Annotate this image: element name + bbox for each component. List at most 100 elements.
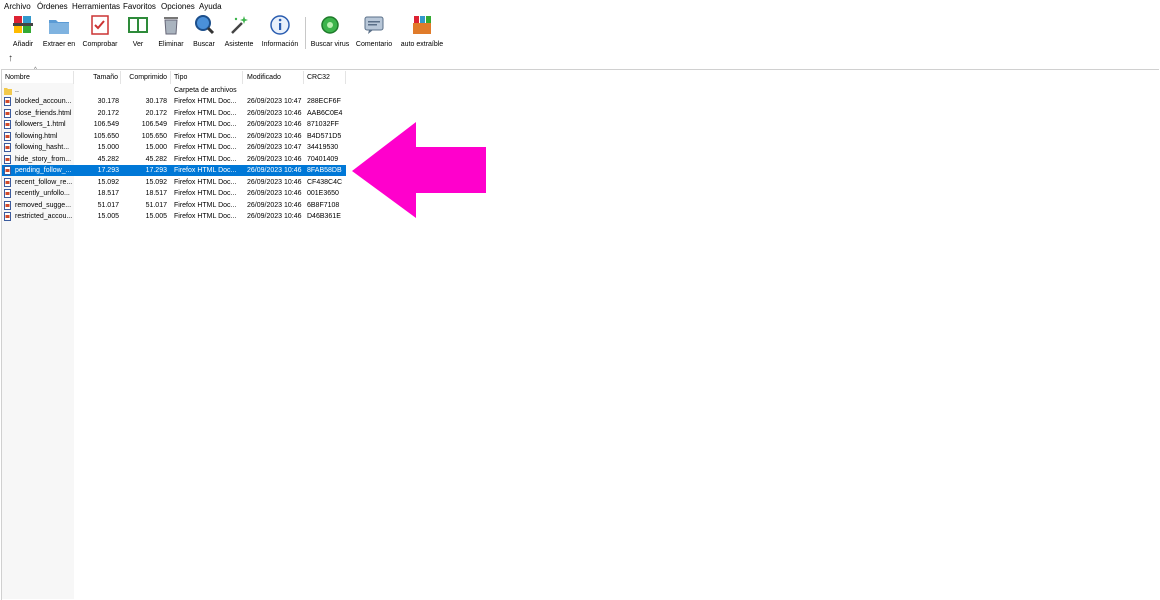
add-archive-icon	[11, 14, 35, 36]
html-file-icon	[4, 200, 11, 210]
column-divider[interactable]	[242, 71, 243, 84]
file-row[interactable]: close_friends.html 20.172 20.172 Firefox HT…	[2, 108, 346, 119]
column-header-type[interactable]: Tipo	[174, 72, 187, 83]
toolbar-separator	[305, 17, 306, 49]
file-crc: 871032FF	[307, 121, 339, 128]
extract-to-button[interactable]: Extraer en	[42, 14, 76, 50]
view-button-label: Ver	[132, 41, 144, 48]
test-button[interactable]: Comprobar	[80, 14, 120, 50]
file-size: 45.282	[97, 155, 119, 163]
file-packed-size: 18.517	[145, 190, 167, 197]
up-arrow-icon[interactable]: ↑	[8, 52, 18, 66]
html-file-icon	[4, 108, 11, 118]
column-divider[interactable]	[345, 71, 346, 84]
html-file-icon	[4, 189, 11, 198]
test-checklist-icon	[88, 14, 112, 36]
file-type: Firefox HTML Doc...	[174, 98, 237, 105]
file-crc: 6B8F7108	[307, 201, 340, 209]
file-row[interactable]: following_hasht... 15.000 15.000 Firefox HT…	[2, 142, 346, 153]
comment-button[interactable]: Comentario	[354, 14, 394, 50]
html-file-icon	[4, 97, 11, 106]
column-header-modified[interactable]: Modificado	[247, 72, 281, 83]
file-name: recent_follow_re...	[15, 178, 73, 186]
file-row[interactable]: restricted_accou... 15.005 15.005 Firefox H…	[2, 211, 346, 222]
file-type: Firefox HTML Doc...	[174, 132, 237, 140]
menu-ordenes[interactable]: Órdenes	[37, 2, 68, 12]
toolbar: Añadir Extraer en Comprobar Ver Eliminar…	[0, 13, 1160, 51]
file-modified: 26/09/2023 10:46	[247, 167, 302, 174]
menu-herramientas[interactable]: Herramientas	[72, 2, 120, 12]
sfx-button[interactable]: auto extraíble	[399, 14, 445, 50]
info-button-label: Información	[261, 41, 299, 48]
file-row-selected[interactable]: pending_follow_... 17.293 17.293 Firefox HT…	[2, 165, 346, 176]
file-row[interactable]: hide_story_from... 45.282 45.282 Firefox HT…	[2, 154, 346, 165]
file-modified: 26/09/2023 10:47	[247, 144, 302, 151]
file-type: Firefox HTML Doc...	[174, 109, 237, 117]
file-row[interactable]: recently_unfollo... 18.517 18.517 Firefox H…	[2, 188, 346, 199]
column-header-name[interactable]: Nombre	[5, 72, 30, 83]
file-modified: 26/09/2023 10:46	[247, 201, 302, 209]
file-type: Firefox HTML Doc...	[174, 167, 237, 174]
file-modified: 26/09/2023 10:46	[247, 132, 302, 140]
search-magnifier-icon	[192, 14, 216, 36]
add-button-label: Añadir	[12, 41, 34, 48]
virus-scan-button[interactable]: Buscar virus	[309, 14, 351, 50]
file-crc: 288ECF6F	[307, 98, 341, 105]
sort-up-icon: ^	[34, 67, 37, 73]
add-button[interactable]: Añadir	[9, 14, 37, 50]
file-modified: 26/09/2023 10:46	[247, 213, 302, 220]
file-type: Carpeta de archivos	[174, 87, 237, 94]
file-packed-size: 17.293	[145, 167, 167, 174]
file-name: close_friends.html	[15, 109, 72, 117]
html-file-icon	[4, 131, 11, 141]
file-type: Firefox HTML Doc...	[174, 144, 237, 151]
view-button[interactable]: Ver	[124, 14, 152, 50]
file-row[interactable]: removed_sugge... 51.017 51.017 Firefox HTML…	[2, 200, 346, 211]
comment-button-label: Comentario	[355, 41, 393, 48]
annotation-arrow	[352, 122, 486, 218]
menu-opciones[interactable]: Opciones	[161, 2, 195, 12]
info-button[interactable]: Información	[258, 14, 302, 50]
file-type: Firefox HTML Doc...	[174, 121, 237, 128]
file-size: 15.000	[97, 144, 119, 151]
delete-button[interactable]: Eliminar	[156, 14, 186, 50]
find-button[interactable]: Buscar	[190, 14, 218, 50]
path-bar	[0, 51, 1160, 68]
menu-archivo[interactable]: Archivo	[4, 2, 31, 12]
file-row[interactable]: followers_1.html 106.549 106.549 Firefox HT…	[2, 119, 346, 130]
file-size: 51.017	[97, 201, 119, 209]
file-packed-size: 51.017	[145, 201, 167, 209]
wizard-button-label: Asistente	[224, 41, 254, 48]
file-size: 15.092	[97, 178, 119, 186]
file-name: hide_story_from...	[15, 155, 72, 163]
file-crc: B4D571D5	[307, 132, 342, 140]
column-divider[interactable]	[73, 71, 74, 84]
file-name: following.html	[15, 132, 58, 140]
column-header-size[interactable]: Tamaño	[78, 72, 118, 83]
column-divider[interactable]	[303, 71, 304, 84]
column-header-packed[interactable]: Comprimido	[121, 72, 167, 83]
file-row[interactable]: recent_follow_re... 15.092 15.092 Firefox H…	[2, 177, 346, 188]
file-row[interactable]: blocked_accoun... 30.178 30.178 Firefox HTM…	[2, 96, 346, 107]
trash-icon	[159, 14, 183, 36]
file-crc: 34419530	[307, 144, 339, 151]
file-name: recently_unfollo...	[15, 190, 70, 197]
wizard-button[interactable]: Asistente	[222, 14, 256, 50]
parent-folder-row[interactable]: .. Carpeta de archivos	[2, 85, 346, 96]
file-crc: CF438C4C	[307, 178, 343, 186]
file-size: 15.005	[97, 213, 119, 220]
file-modified: 26/09/2023 10:46	[247, 190, 302, 197]
file-crc: D46B361E	[307, 213, 341, 220]
file-name: following_hasht...	[15, 144, 70, 151]
view-book-icon	[126, 14, 150, 36]
menu-favoritos[interactable]: Favoritos	[123, 2, 156, 12]
file-row[interactable]: following.html 105.650 105.650 Firefox HTML…	[2, 131, 346, 142]
html-file-icon	[4, 166, 11, 175]
column-header-crc[interactable]: CRC32	[307, 72, 330, 83]
file-size: 105.650	[93, 132, 119, 140]
extract-folder-icon	[47, 14, 71, 36]
column-divider[interactable]	[170, 71, 171, 84]
menu-ayuda[interactable]: Ayuda	[199, 2, 222, 12]
file-type: Firefox HTML Doc...	[174, 178, 237, 186]
file-type: Firefox HTML Doc...	[174, 155, 237, 163]
